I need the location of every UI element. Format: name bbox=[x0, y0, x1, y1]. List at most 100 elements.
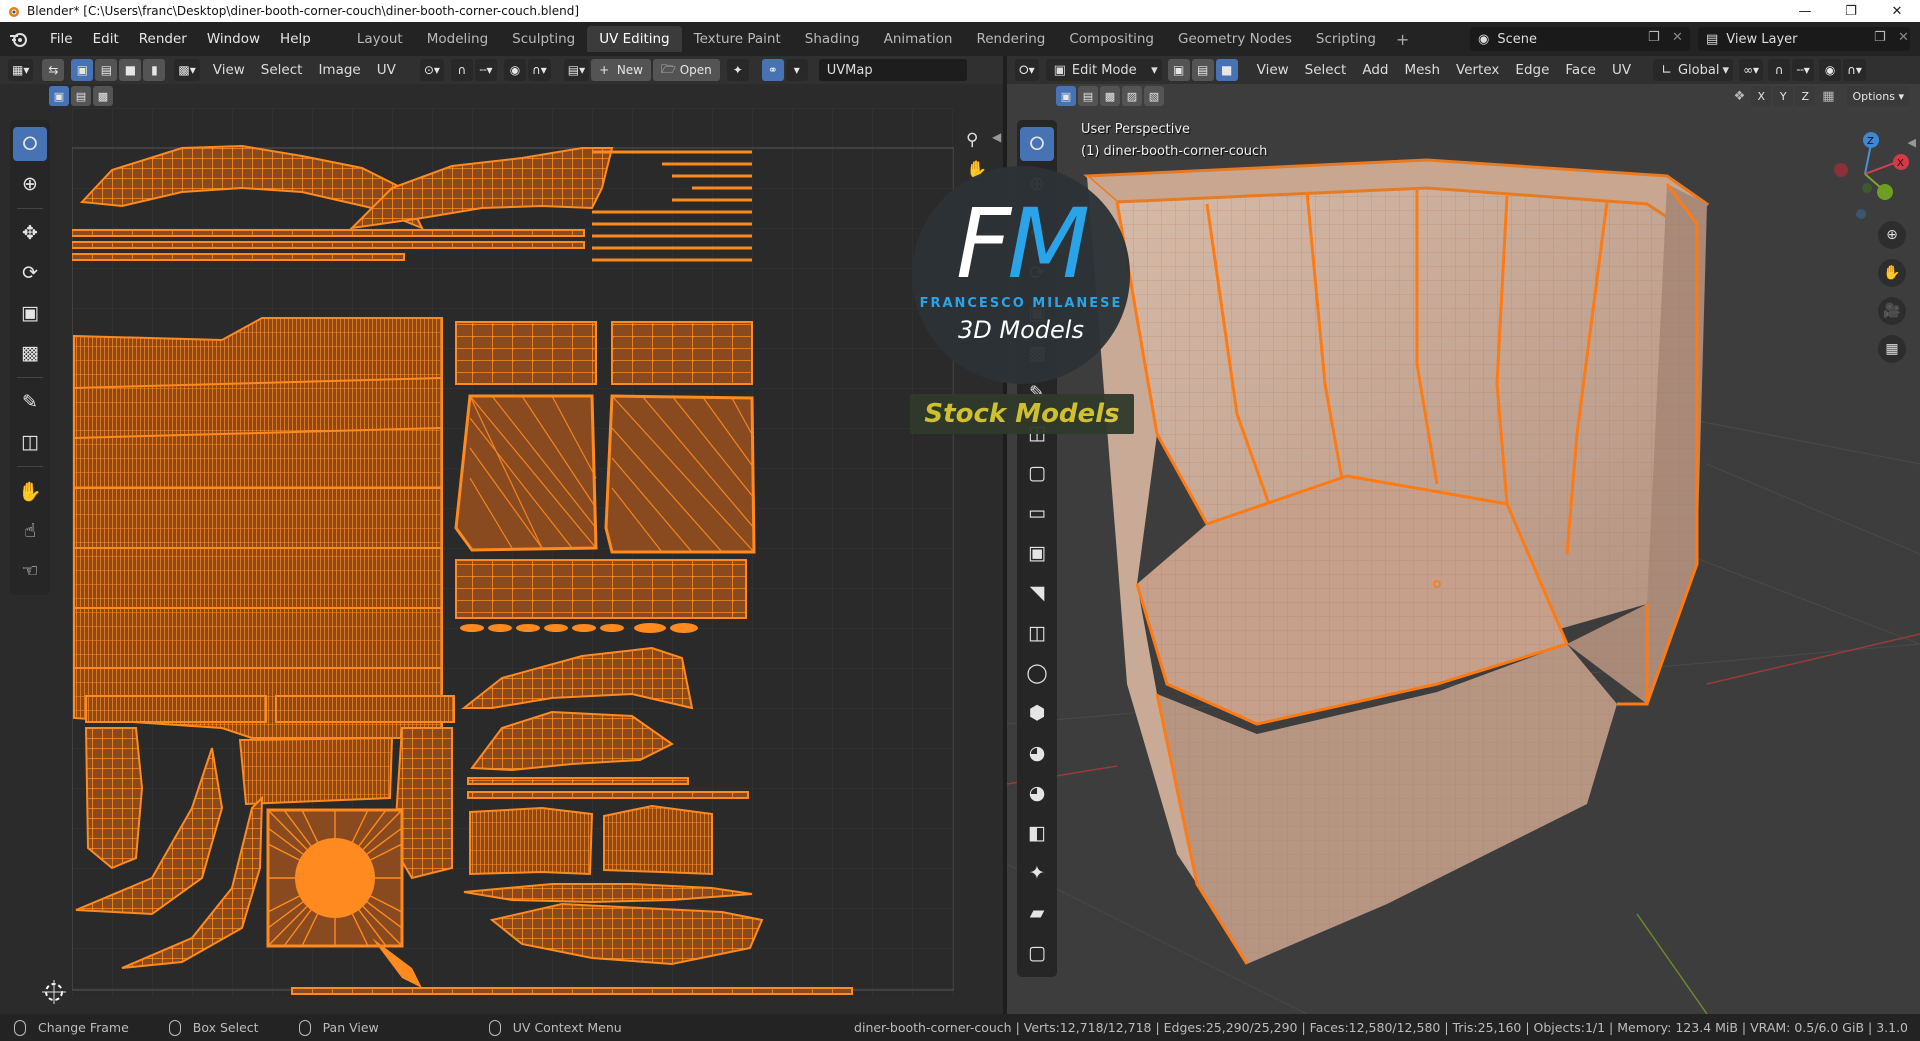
shrink-fatten-tool-icon[interactable]: ✦ bbox=[1020, 856, 1054, 890]
tab-modeling[interactable]: Modeling bbox=[415, 26, 500, 52]
viewport-sidebar-toggle-icon[interactable]: ◀ bbox=[1908, 136, 1916, 149]
scene-copy-icon[interactable]: ❐ bbox=[1648, 30, 1660, 45]
poly-build-tool-icon[interactable]: ⬢ bbox=[1020, 696, 1054, 730]
menu-help[interactable]: Help bbox=[270, 31, 321, 47]
vp-select-extend-icon[interactable]: ▤ bbox=[1078, 86, 1098, 106]
vp-menu-mesh[interactable]: Mesh bbox=[1396, 62, 1448, 78]
rotate-tool-icon[interactable]: ⟳ bbox=[13, 256, 47, 290]
knife-tool-icon[interactable]: ◯ bbox=[1020, 656, 1054, 690]
minimize-icon[interactable]: — bbox=[1782, 0, 1828, 22]
gizmo-y-icon[interactable] bbox=[1877, 184, 1893, 200]
scene-remove-icon[interactable]: ✕ bbox=[1672, 30, 1683, 45]
extrude-tool-icon[interactable]: ▭ bbox=[1020, 496, 1054, 530]
perspective-grid-icon[interactable]: ▦ bbox=[1878, 335, 1906, 363]
snap-icon[interactable]: ∩ bbox=[450, 59, 473, 81]
move-tool-icon[interactable]: ✥ bbox=[13, 216, 47, 250]
transform-orientation-selector[interactable]: ∟ Global ▾ bbox=[1653, 59, 1734, 81]
view-layer-remove-icon[interactable]: ✕ bbox=[1898, 30, 1909, 45]
vp-select-intersect-icon[interactable]: ▧ bbox=[1144, 86, 1164, 106]
pan-hand-icon[interactable]: ✋ bbox=[1878, 259, 1906, 287]
uv-canvas[interactable] bbox=[72, 108, 954, 996]
proportional-edit-icon[interactable]: ◉ bbox=[503, 59, 526, 81]
vp-menu-add[interactable]: Add bbox=[1354, 62, 1396, 78]
falloff-icon[interactable]: ∩▾ bbox=[527, 59, 551, 81]
vp-pivot-icon[interactable]: ∞▾ bbox=[1739, 59, 1764, 81]
zoom-icon[interactable]: ⊕ bbox=[1878, 221, 1906, 249]
vp-select-invert-icon[interactable]: ▨ bbox=[1122, 86, 1142, 106]
pivot-point-icon[interactable]: ⊙▾ bbox=[419, 59, 444, 81]
maximize-icon[interactable]: ❐ bbox=[1828, 0, 1874, 22]
viewport-editor-type-icon[interactable]: ⭘▾ bbox=[1015, 59, 1039, 81]
editor-type-icon[interactable]: ▦▾ bbox=[8, 59, 34, 81]
tab-rendering[interactable]: Rendering bbox=[964, 26, 1057, 52]
uv-menu-view[interactable]: View bbox=[205, 62, 253, 78]
uv-sync-selection-icon[interactable]: ⇆ bbox=[42, 59, 65, 81]
menu-render[interactable]: Render bbox=[129, 31, 197, 47]
sticky-selection-icon[interactable]: ▩▾ bbox=[174, 59, 200, 81]
overlays-icon[interactable]: ⚭ bbox=[761, 59, 784, 81]
vp-menu-vertex[interactable]: Vertex bbox=[1448, 62, 1507, 78]
options-button[interactable]: Options ▾ bbox=[1846, 86, 1910, 106]
edge-mode-icon[interactable]: ▤ bbox=[1191, 59, 1214, 81]
vp-select-subtract-icon[interactable]: ▩ bbox=[1100, 86, 1120, 106]
vp-select-new-icon[interactable]: ▣ bbox=[1056, 86, 1076, 106]
uv-editor[interactable]: ▦▾ ⇆ ▣ ▤ ■ ▮ ▩▾ View Select Image UV ⊙▾ … bbox=[0, 56, 1003, 1014]
view-layer-copy-icon[interactable]: ❐ bbox=[1874, 30, 1886, 45]
tab-compositing[interactable]: Compositing bbox=[1057, 26, 1166, 52]
menu-file[interactable]: File bbox=[40, 31, 83, 47]
vp-select-tool-icon[interactable]: ⭘ bbox=[1020, 127, 1054, 161]
viewport-canvas[interactable] bbox=[1007, 84, 1920, 1014]
uv-map-field[interactable]: UVMap bbox=[818, 59, 967, 81]
inset-tool-icon[interactable]: ▣ bbox=[1020, 536, 1054, 570]
grab-tool-icon[interactable]: ✋ bbox=[13, 474, 47, 508]
uv-rip-tool-icon[interactable]: ◫ bbox=[13, 425, 47, 459]
face-mode-icon[interactable]: ■ bbox=[1215, 59, 1238, 81]
vp-menu-view[interactable]: View bbox=[1249, 62, 1297, 78]
edge-select-icon[interactable]: ▤ bbox=[95, 59, 118, 81]
vertex-select-icon[interactable]: ▣ bbox=[71, 59, 94, 81]
new-image-button[interactable]: + New bbox=[591, 59, 651, 81]
vp-menu-uv[interactable]: UV bbox=[1604, 62, 1639, 78]
pin-icon[interactable]: ✦ bbox=[726, 59, 749, 81]
pinch-tool-icon[interactable]: ☜ bbox=[13, 554, 47, 588]
uv-menu-uv[interactable]: UV bbox=[369, 62, 404, 78]
menu-edit[interactable]: Edit bbox=[83, 31, 129, 47]
sidebar-toggle-icon[interactable]: ◀ bbox=[992, 130, 1001, 144]
blender-logo-icon[interactable] bbox=[8, 28, 30, 50]
smooth-tool-icon[interactable]: ◕ bbox=[1020, 776, 1054, 810]
vp-snap-icon[interactable]: ∩ bbox=[1768, 59, 1791, 81]
bevel-tool-icon[interactable]: ◥ bbox=[1020, 576, 1054, 610]
vp-menu-select[interactable]: Select bbox=[1297, 62, 1355, 78]
uv-mode-new-icon[interactable]: ▣ bbox=[49, 86, 69, 106]
uv-menu-image[interactable]: Image bbox=[310, 62, 368, 78]
spin-tool-icon[interactable]: ◕ bbox=[1020, 736, 1054, 770]
annotate-tool-icon[interactable]: ✎ bbox=[13, 385, 47, 419]
mode-selector[interactable]: ▣ Edit Mode ▾ bbox=[1045, 59, 1162, 81]
vertex-mode-icon[interactable]: ▣ bbox=[1167, 59, 1190, 81]
snap-target-icon[interactable]: ╌▾ bbox=[474, 59, 497, 81]
vp-menu-face[interactable]: Face bbox=[1557, 62, 1604, 78]
face-select-icon[interactable]: ■ bbox=[119, 59, 142, 81]
tab-uv-editing[interactable]: UV Editing bbox=[587, 26, 682, 52]
uv-2d-cursor-icon[interactable] bbox=[42, 980, 66, 1004]
add-cube-tool-icon[interactable]: ▢ bbox=[1020, 456, 1054, 490]
add-workspace-icon[interactable]: + bbox=[1388, 30, 1417, 49]
mirror-x-button[interactable]: X bbox=[1751, 86, 1772, 106]
tab-shading[interactable]: Shading bbox=[793, 26, 872, 52]
shear-tool-icon[interactable]: ▰ bbox=[1020, 896, 1054, 930]
tab-scripting[interactable]: Scripting bbox=[1304, 26, 1388, 52]
tab-geometry-nodes[interactable]: Geometry Nodes bbox=[1166, 26, 1304, 52]
open-image-button[interactable]: 🗁 Open bbox=[653, 59, 720, 81]
3d-viewport[interactable]: ⭘▾ ▣ Edit Mode ▾ ▣ ▤ ■ View Select Add M… bbox=[1007, 56, 1920, 1014]
auto-merge-icon[interactable]: ▦ bbox=[1822, 89, 1834, 104]
tab-sculpting[interactable]: Sculpting bbox=[500, 26, 587, 52]
camera-icon[interactable]: 🎥 bbox=[1878, 297, 1906, 325]
transform-tool-icon[interactable]: ▩ bbox=[13, 336, 47, 370]
close-icon[interactable]: ✕ bbox=[1874, 0, 1920, 22]
select-box-tool-icon[interactable]: ⭘ bbox=[13, 127, 47, 161]
edge-slide-tool-icon[interactable]: ◧ bbox=[1020, 816, 1054, 850]
menu-window[interactable]: Window bbox=[197, 31, 270, 47]
loop-cut-tool-icon[interactable]: ◫ bbox=[1020, 616, 1054, 650]
mirror-icon[interactable]: ❖ bbox=[1734, 89, 1746, 104]
vp-proportional-icon[interactable]: ◉ bbox=[1819, 59, 1842, 81]
